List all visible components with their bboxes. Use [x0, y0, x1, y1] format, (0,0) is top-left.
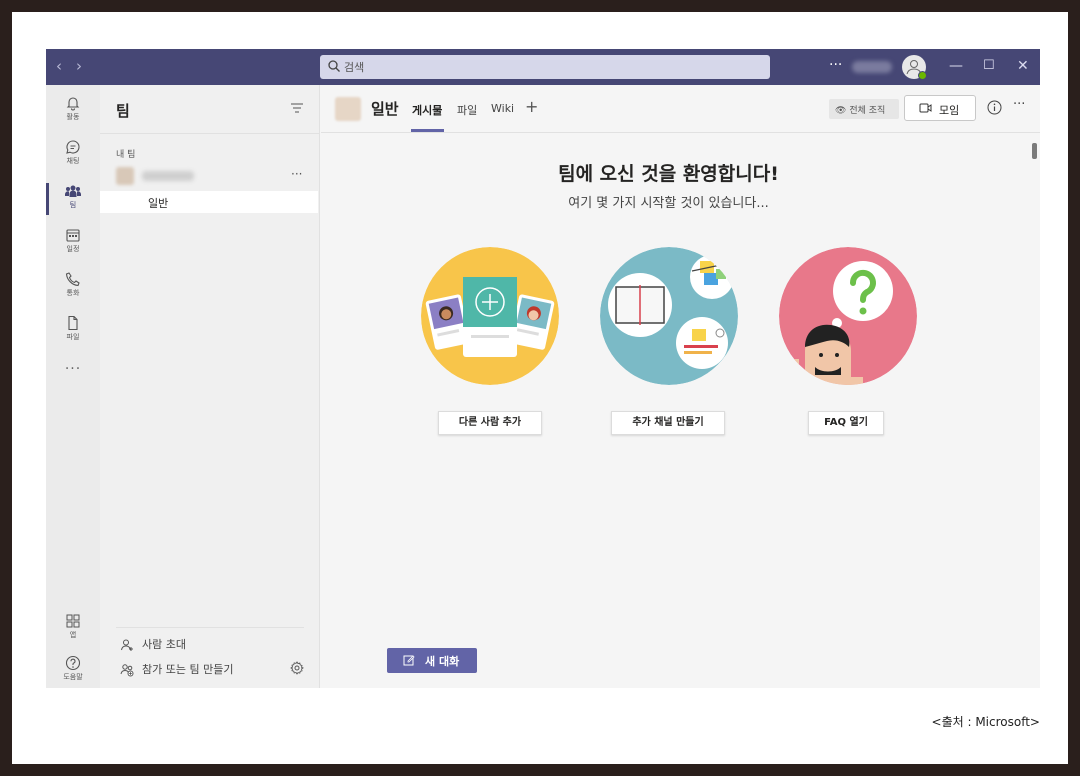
rail-item-activity[interactable]: 활동	[46, 91, 100, 131]
tab-files[interactable]: 파일	[457, 102, 477, 118]
active-indicator	[46, 183, 49, 215]
join-create-label: 참가 또는 팀 만들기	[142, 663, 234, 676]
close-icon[interactable]: ✕	[1017, 58, 1029, 74]
user-name-blurred	[852, 61, 892, 73]
maximize-icon[interactable]: ☐	[983, 58, 995, 73]
tab-posts[interactable]: 게시물	[412, 102, 442, 118]
team-name-blurred	[142, 171, 194, 181]
calendar-icon	[66, 229, 80, 242]
rail-item-calls[interactable]: 통화	[46, 267, 100, 307]
rail-item-apps[interactable]: 앱	[46, 609, 100, 649]
source-caption: <출처 : Microsoft>	[931, 715, 1040, 729]
team-avatar	[335, 97, 361, 121]
bell-icon	[66, 97, 80, 111]
channel-name: 일반	[148, 197, 169, 210]
add-people-illustration	[421, 247, 559, 385]
back-arrow-icon[interactable]: ‹	[56, 57, 76, 75]
rail-item-calendar[interactable]: 일정	[46, 223, 100, 263]
rail-label: 채팅	[66, 157, 80, 165]
create-channel-illustration	[600, 247, 738, 385]
rail-item-teams[interactable]: 팀	[46, 179, 100, 219]
add-people-button[interactable]: 다른 사람 추가	[438, 411, 542, 435]
channel-header: 일반 게시물 파일 Wiki + 👁 전체 조직 모임 ···	[321, 85, 1040, 133]
panel-title: 팀	[116, 102, 130, 120]
team-more-icon[interactable]: ···	[291, 167, 302, 181]
rail-item-chat[interactable]: 채팅	[46, 135, 100, 175]
forward-arrow-icon[interactable]: ›	[76, 57, 96, 75]
invite-people-button[interactable]: 사람 초대	[120, 636, 186, 652]
more-apps-icon[interactable]: ···	[46, 361, 100, 377]
add-person-icon	[121, 639, 133, 651]
teams-window: ‹› 검색 ··· — ☐ ✕ 활동 채팅 팀 일정 통화 파일 ··· 앱 도…	[46, 49, 1040, 688]
minimize-icon[interactable]: —	[949, 58, 963, 74]
invite-label: 사람 초대	[142, 638, 186, 651]
nav-arrows: ‹›	[56, 57, 96, 75]
create-channel-button[interactable]: 추가 채널 만들기	[611, 411, 725, 435]
active-tab-indicator	[411, 129, 444, 132]
title-bar: ‹› 검색 ··· — ☐ ✕	[46, 49, 1040, 85]
app-rail: 활동 채팅 팀 일정 통화 파일 ··· 앱 도움말	[46, 85, 100, 688]
my-teams-label: 내 팀	[116, 150, 136, 160]
channel-item-general[interactable]: 일반	[100, 191, 318, 213]
rail-label: 일정	[66, 245, 80, 253]
rail-label: 앱	[69, 631, 77, 639]
team-item[interactable]: ···	[114, 165, 314, 187]
open-faq-button[interactable]: FAQ 열기	[808, 411, 884, 435]
team-avatar	[116, 167, 134, 185]
rail-label: 팀	[69, 201, 77, 209]
channel-title: 일반	[371, 100, 399, 118]
rail-label: 활동	[66, 113, 80, 121]
user-avatar[interactable]	[902, 55, 927, 80]
faq-illustration	[779, 247, 917, 385]
file-icon	[68, 315, 78, 331]
join-create-team-button[interactable]: 참가 또는 팀 만들기	[120, 661, 233, 677]
rail-label: 통화	[66, 289, 80, 297]
help-icon	[65, 655, 81, 671]
status-available-icon	[918, 71, 927, 80]
rail-label: 도움말	[63, 673, 83, 681]
org-badge-label: 전체 조직	[849, 106, 886, 116]
header-more-icon[interactable]: ···	[1013, 97, 1025, 112]
rail-label: 파일	[66, 333, 80, 341]
gear-icon[interactable]	[290, 661, 304, 675]
phone-icon	[65, 272, 80, 287]
video-camera-icon	[919, 103, 932, 113]
teams-panel: 팀 내 팀 ··· 일반 사람 초대 참가 또는 팀 만들기	[100, 85, 320, 688]
meet-label: 모임	[939, 104, 960, 117]
filter-icon[interactable]	[291, 103, 303, 113]
welcome-subtitle: 여기 몇 가지 시작할 것이 있습니다...	[568, 196, 769, 211]
search-icon	[328, 60, 340, 72]
join-team-icon	[120, 664, 134, 677]
rail-item-help[interactable]: 도움말	[46, 651, 100, 688]
scrollbar-thumb[interactable]	[1032, 143, 1037, 159]
screenshot-frame: ‹› 검색 ··· — ☐ ✕ 활동 채팅 팀 일정 통화 파일 ··· 앱 도…	[12, 12, 1068, 764]
search-bar[interactable]: 검색	[320, 55, 770, 79]
tab-wiki[interactable]: Wiki	[491, 102, 514, 115]
org-wide-badge: 👁 전체 조직	[829, 99, 899, 119]
chat-icon	[66, 140, 80, 154]
main-content: 일반 게시물 파일 Wiki + 👁 전체 조직 모임 ··· 팀에 오신 것을…	[321, 85, 1040, 688]
new-conversation-button[interactable]: 새 대화	[387, 648, 477, 673]
meet-button[interactable]: 모임	[904, 95, 976, 121]
divider	[116, 627, 304, 628]
eye-icon: 👁	[835, 106, 847, 116]
info-icon[interactable]	[987, 100, 1002, 115]
rail-item-files[interactable]: 파일	[46, 311, 100, 351]
new-conversation-label: 새 대화	[425, 655, 460, 668]
teams-icon	[65, 185, 81, 197]
add-tab-icon[interactable]: +	[525, 97, 538, 116]
apps-icon	[66, 614, 80, 628]
divider	[100, 133, 320, 134]
compose-icon	[403, 655, 415, 666]
search-placeholder: 검색	[344, 61, 365, 74]
titlebar-more-icon[interactable]: ···	[829, 57, 842, 73]
welcome-title: 팀에 오신 것을 환영합니다!	[558, 163, 779, 185]
